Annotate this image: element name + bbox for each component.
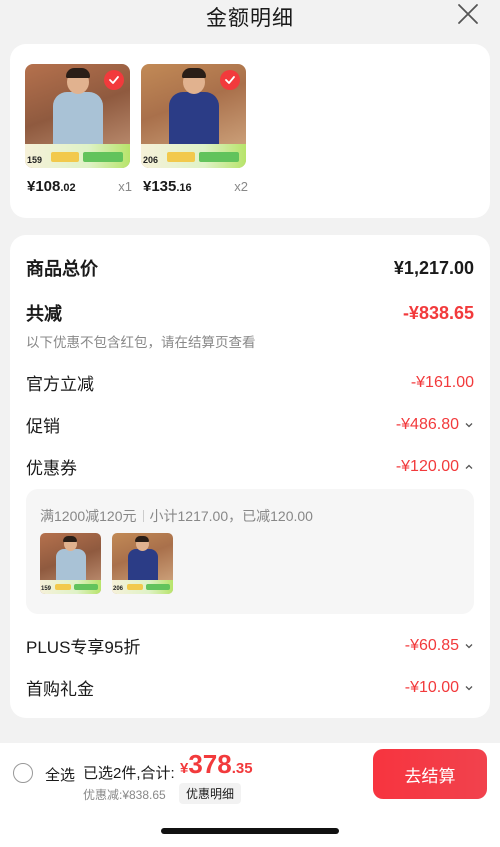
promo-row[interactable]: 促销 -¥486.80 xyxy=(26,412,474,437)
product-item[interactable]: 159 ¥108.02 x1 xyxy=(25,64,132,195)
first-value: -¥10.00 xyxy=(404,678,459,696)
amount-detail-card: 商品总价 ¥1,217.00 共减 -¥838.65 以下优惠不包含红包，请在结… xyxy=(10,235,490,718)
first-value-wrap[interactable]: -¥10.00 xyxy=(405,679,474,697)
close-icon[interactable] xyxy=(456,2,480,26)
reduce-value: -¥838.65 xyxy=(402,302,474,323)
promo-value: -¥486.80 xyxy=(395,415,459,433)
discount-note: 以下优惠不包含红包，请在结算页查看 xyxy=(26,335,256,350)
total-value: ¥1,217.00 xyxy=(393,257,474,278)
official-label: 官方立减 xyxy=(26,375,94,394)
promo-label: 促销 xyxy=(26,417,60,436)
plus-label: PLUS专享95折 xyxy=(26,638,141,657)
plus-value: -¥60.85 xyxy=(404,636,459,654)
select-all-label[interactable]: 全选 xyxy=(45,764,75,785)
coupon-value-wrap[interactable]: -¥120.00 xyxy=(396,458,474,476)
selected-check-icon[interactable] xyxy=(104,70,124,90)
product-price: ¥108.02 xyxy=(27,178,76,195)
sheet-title: 金额明细 xyxy=(206,7,294,30)
reduce-row: 共减 -¥838.65 xyxy=(26,300,474,326)
discount-summary: 优惠减:¥838.65 xyxy=(83,788,166,802)
promo-value-wrap[interactable]: -¥486.80 xyxy=(396,416,474,434)
coupon-detail-box: 满1200减120元 小计1217.00，已减120.00 159 206 xyxy=(26,489,474,614)
reduce-label: 共减 xyxy=(26,304,62,324)
chevron-down-icon[interactable] xyxy=(464,683,474,693)
selected-count-text: 已选2件,合计: xyxy=(83,765,175,782)
chevron-down-icon[interactable] xyxy=(464,641,474,651)
chevron-up-icon[interactable] xyxy=(464,462,474,472)
coupon-rule: 满1200减120元 xyxy=(40,508,137,524)
official-value: -¥161.00 xyxy=(410,373,474,391)
chevron-down-icon[interactable] xyxy=(464,420,474,430)
select-all-radio[interactable] xyxy=(13,763,33,783)
coupon-row[interactable]: 优惠券 -¥120.00 xyxy=(26,454,474,479)
total-price: ¥378.35 xyxy=(180,749,253,779)
thumb-price: 159 xyxy=(41,586,52,592)
coupon-label: 优惠券 xyxy=(26,459,77,478)
plus-discount-row[interactable]: PLUS专享95折 -¥60.85 xyxy=(26,633,474,658)
product-qty: x1 xyxy=(118,179,132,194)
product-price: ¥135.16 xyxy=(143,178,192,195)
discount-detail-button[interactable]: 优惠明细 xyxy=(179,783,242,804)
product-image[interactable]: 159 xyxy=(25,64,130,168)
first-purchase-row[interactable]: 首购礼金 -¥10.00 xyxy=(26,675,474,700)
coupon-product-image: 206 xyxy=(112,533,173,594)
official-discount-row: 官方立减 -¥161.00 xyxy=(26,370,474,395)
checkout-button[interactable]: 去结算 xyxy=(373,749,487,799)
coupon-value: -¥120.00 xyxy=(395,457,459,475)
first-label: 首购礼金 xyxy=(26,680,94,699)
product-item[interactable]: 206 ¥135.16 x2 xyxy=(141,64,248,195)
selected-check-icon[interactable] xyxy=(220,70,240,90)
product-qty: x2 xyxy=(234,179,248,194)
product-image[interactable]: 206 xyxy=(141,64,246,168)
coupon-subtotal: 小计1217.00，已减120.00 xyxy=(149,508,313,524)
home-indicator[interactable] xyxy=(161,828,339,834)
coupon-detail-text: 满1200减120元 小计1217.00，已减120.00 xyxy=(40,506,313,526)
thumb-price: 206 xyxy=(143,155,159,165)
coupon-product-image: 159 xyxy=(40,533,101,594)
total-row: 商品总价 ¥1,217.00 xyxy=(26,255,474,281)
thumb-price: 159 xyxy=(27,155,43,165)
plus-value-wrap[interactable]: -¥60.85 xyxy=(405,637,474,655)
sheet-header: 金额明细 xyxy=(0,0,500,34)
products-card: 159 ¥108.02 x1 206 ¥135.16 x2 xyxy=(10,44,490,218)
thumb-price: 206 xyxy=(113,586,124,592)
total-label: 商品总价 xyxy=(26,259,98,279)
